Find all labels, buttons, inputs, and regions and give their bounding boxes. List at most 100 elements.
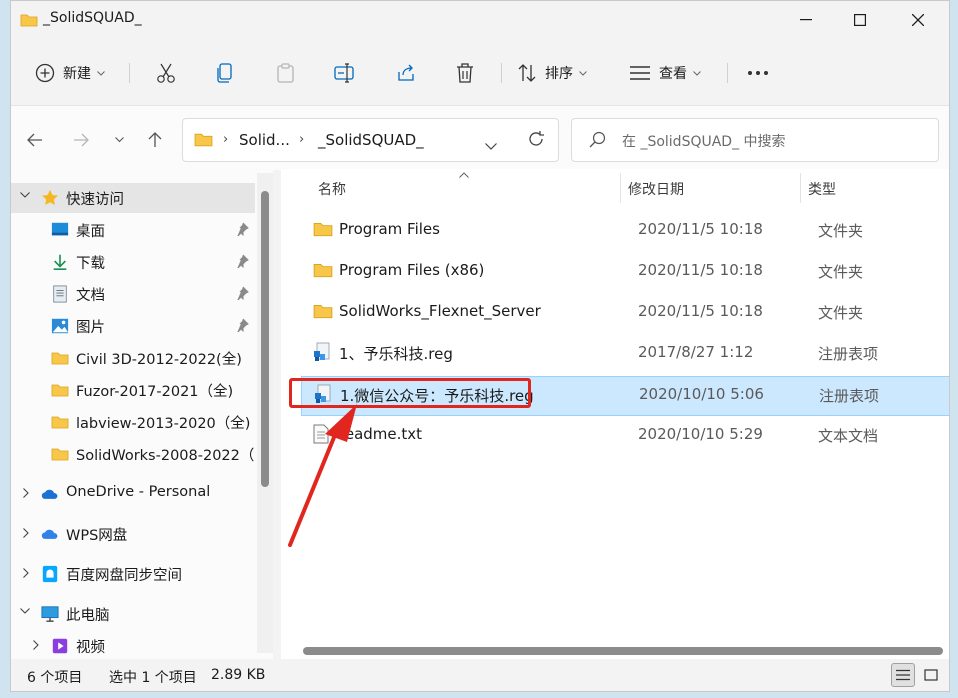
folder-icon <box>313 305 333 319</box>
divider <box>129 63 130 83</box>
tiles-view-button[interactable] <box>919 663 943 687</box>
refresh-button[interactable] <box>527 130 545 152</box>
status-bar: 6 个项目 选中 1 个项目 2.89 KB <box>11 659 949 691</box>
sidebar-item-pictures[interactable]: 图片 <box>11 311 271 341</box>
rename-button[interactable] <box>333 53 357 93</box>
folder-icon <box>194 132 213 151</box>
forward-button[interactable] <box>65 124 97 156</box>
details-view-button[interactable] <box>891 663 915 687</box>
file-name: Program Files <box>339 220 440 238</box>
share-button[interactable] <box>395 53 417 93</box>
back-button[interactable] <box>19 124 51 156</box>
up-button[interactable] <box>139 124 171 156</box>
file-type: 文件夹 <box>818 222 864 240</box>
sidebar-label: 下载 <box>76 256 105 272</box>
sidebar-item-wps[interactable]: WPS网盘 <box>11 519 271 549</box>
breadcrumb-chevron-icon: › <box>223 132 229 147</box>
paste-button[interactable] <box>275 53 297 93</box>
sidebar-item-folder[interactable]: Civil 3D-2012-2022(全) <box>11 343 271 373</box>
file-row[interactable]: Program Files 2020/11/5 10:18 文件夹 <box>299 211 949 249</box>
title-bar: _SolidSQUAD_ <box>11 1 949 39</box>
view-button[interactable]: 查看 <box>629 53 701 93</box>
divider <box>501 63 502 83</box>
chevron-down-icon <box>114 137 124 143</box>
sidebar-item-onedrive[interactable]: OneDrive - Personal <box>11 479 271 509</box>
delete-button[interactable] <box>455 53 475 93</box>
breadcrumb-item[interactable]: _SolidSQUAD_ <box>318 131 424 149</box>
more-icon <box>748 71 768 75</box>
navigation-pane: 快速访问 桌面 下载 文档 图片 Civil 3D-2012-2022(全) F… <box>11 169 273 659</box>
vertical-scrollbar-thumb[interactable] <box>261 191 269 487</box>
file-type: 文件夹 <box>818 304 864 322</box>
chevron-down-icon <box>485 143 497 150</box>
close-button[interactable] <box>895 5 941 35</box>
sidebar-label: Fuzor-2017-2021（全) <box>76 384 234 400</box>
sidebar-label: WPS网盘 <box>66 528 128 544</box>
view-list-icon <box>630 66 650 80</box>
chevron-right-icon <box>23 568 29 578</box>
sidebar-item-documents[interactable]: 文档 <box>11 279 271 309</box>
sidebar-label: 文档 <box>76 288 105 304</box>
column-header-type[interactable]: 类型 <box>808 179 836 199</box>
column-header-date[interactable]: 修改日期 <box>628 179 684 199</box>
file-type: 文本文档 <box>818 427 879 445</box>
navigation-bar: › Solid... › _SolidSQUAD_ 在 _SolidSQUAD_… <box>11 105 949 170</box>
rename-icon <box>334 63 354 83</box>
column-divider[interactable] <box>800 173 801 203</box>
chevron-down-icon <box>693 70 701 76</box>
sidebar-item-desktop[interactable]: 桌面 <box>11 215 271 245</box>
address-bar[interactable]: › Solid... › _SolidSQUAD_ <box>182 118 559 162</box>
sort-button[interactable]: 排序 <box>517 53 587 93</box>
file-type: 注册表项 <box>818 345 879 363</box>
arrow-up-icon <box>148 132 162 147</box>
details-view-icon <box>896 669 910 681</box>
file-row[interactable]: 1、予乐科技.reg 2017/8/27 1:12 注册表项 <box>299 334 949 372</box>
cut-button[interactable] <box>155 53 177 93</box>
pin-icon <box>237 254 249 268</box>
column-divider[interactable] <box>620 173 621 203</box>
scissors-icon <box>157 63 175 83</box>
maximize-button[interactable] <box>837 5 883 35</box>
sidebar-item-downloads[interactable]: 下载 <box>11 247 271 277</box>
search-box[interactable]: 在 _SolidSQUAD_ 中搜索 <box>571 118 939 162</box>
file-row[interactable]: SolidWorks_Flexnet_Server 2020/11/5 10:1… <box>299 293 949 331</box>
cloud-icon <box>41 529 58 539</box>
minimize-button[interactable] <box>783 5 829 35</box>
copy-button[interactable] <box>215 53 237 93</box>
sidebar-item-this-pc[interactable]: 此电脑 <box>11 599 271 629</box>
view-label: 查看 <box>659 66 687 82</box>
arrow-left-icon <box>27 133 42 147</box>
address-dropdown-button[interactable] <box>485 135 497 154</box>
sidebar-item-folder[interactable]: SolidWorks-2008-2022（ <box>11 439 256 469</box>
window-title: _SolidSQUAD_ <box>43 10 142 26</box>
pin-icon <box>237 222 249 236</box>
breadcrumb-item[interactable]: Solid... <box>239 131 290 149</box>
tiles-view-icon <box>924 669 938 681</box>
recent-locations-button[interactable] <box>103 124 135 156</box>
sidebar-item-folder[interactable]: labview-2013-2020（全) <box>11 407 271 437</box>
folder-icon <box>51 416 69 429</box>
picture-icon <box>51 318 69 334</box>
sidebar-item-videos[interactable]: 视频 <box>11 631 271 661</box>
sidebar-label: 此电脑 <box>66 608 110 624</box>
horizontal-scrollbar-thumb[interactable] <box>303 647 943 655</box>
sidebar-label: SolidWorks-2008-2022（ <box>76 448 255 464</box>
more-button[interactable] <box>747 53 769 93</box>
sort-icon <box>518 64 536 82</box>
sidebar-label: 百度网盘同步空间 <box>66 568 182 584</box>
file-name: 1、予乐科技.reg <box>339 345 453 363</box>
column-header-name[interactable]: 名称 <box>318 179 346 199</box>
sort-label: 排序 <box>545 66 573 82</box>
new-button[interactable]: 新建 <box>35 53 105 93</box>
sidebar-item-baidu[interactable]: 百度网盘同步空间 <box>11 559 271 589</box>
file-date: 2020/11/5 10:18 <box>638 220 763 238</box>
cloud-icon <box>41 489 58 499</box>
file-row[interactable]: Program Files (x86) 2020/11/5 10:18 文件夹 <box>299 252 949 290</box>
computer-icon <box>41 606 59 622</box>
file-date: 2017/8/27 1:12 <box>638 343 754 361</box>
sidebar-item-quick-access[interactable]: 快速访问 <box>11 183 255 213</box>
file-row[interactable]: readme.txt 2020/10/10 5:29 文本文档 <box>299 416 949 454</box>
sidebar-label: OneDrive - Personal <box>66 484 211 500</box>
sidebar-label: 视频 <box>76 640 105 656</box>
sidebar-item-folder[interactable]: Fuzor-2017-2021（全) <box>11 375 271 405</box>
